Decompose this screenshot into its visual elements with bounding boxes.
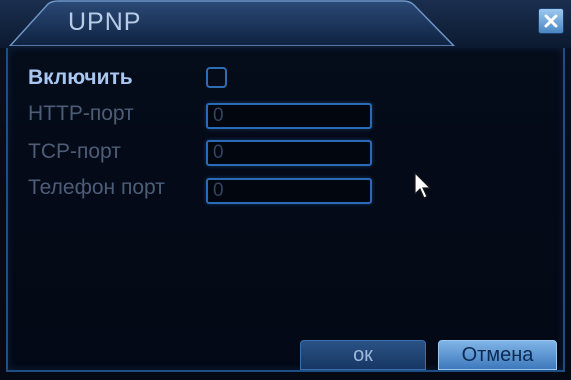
title-bar: UPNP	[0, 0, 571, 48]
close-button[interactable]	[538, 8, 564, 34]
http-port-label: HTTP-порт	[28, 102, 134, 125]
ok-button[interactable]: ок	[300, 340, 426, 370]
phone-port-input[interactable]	[206, 178, 372, 204]
enable-checkbox[interactable]	[206, 67, 227, 88]
tcp-port-input[interactable]	[206, 140, 372, 166]
cancel-button[interactable]: Отмена	[438, 340, 557, 370]
mouse-pointer-icon	[414, 172, 432, 199]
upnp-dialog: UPNP Включить HTTP-порт TCP-порт Телефон…	[0, 0, 571, 380]
enable-label: Включить	[28, 66, 133, 89]
phone-port-label: Телефон порт	[28, 176, 165, 199]
dialog-title: UPNP	[68, 8, 142, 36]
close-icon	[544, 14, 558, 28]
tcp-port-label: TCP-порт	[28, 140, 121, 163]
http-port-input[interactable]	[206, 103, 372, 129]
dialog-frame	[6, 48, 565, 372]
